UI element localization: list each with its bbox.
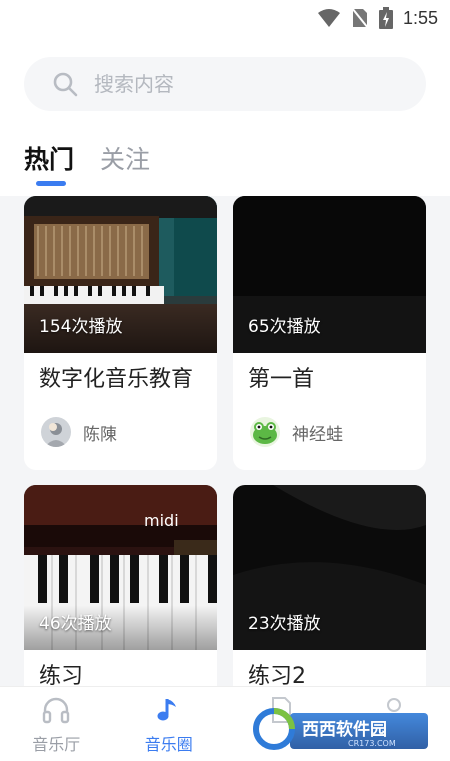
play-count: 154次播放 [39,312,122,337]
wifi-icon [317,8,341,28]
headphones-icon [41,695,71,725]
status-time: 1:55 [403,8,438,29]
video-thumbnail[interactable]: 23次播放 [233,485,426,650]
card-title: 练习 [39,658,217,686]
watermark-badge: 西西软件园 CR173.COM [250,705,430,753]
avatar [41,417,71,447]
play-count: 23次播放 [248,609,321,634]
video-card[interactable]: 154次播放 数字化音乐教育 陈陳 [24,196,217,470]
avatar [250,417,280,447]
play-count: 65次播放 [248,312,321,337]
status-bar: 1:55 [0,0,450,36]
video-card[interactable]: 23次播放 练习2 [233,485,426,686]
watermark-url: CR173.COM [348,739,396,748]
nav-item-music-hall[interactable]: 音乐厅 [0,687,113,761]
nav-label: 音乐厅 [32,731,80,755]
no-sim-icon [351,7,369,29]
author[interactable]: 神经蛙 [250,417,426,447]
tab-active-indicator [36,181,66,186]
video-thumbnail[interactable]: 154次播放 [24,196,217,353]
nav-label: 音乐圈 [145,731,193,755]
search-icon [52,71,78,97]
play-count: 46次播放 [39,609,112,634]
card-title: 练习2 [248,658,426,686]
card-title: 数字化音乐教育 [39,361,217,393]
feed-tabs: 热门 关注 [24,140,150,190]
tab-hot-label: 热门 [24,145,74,174]
thumb-overlay-text: midi [144,511,179,530]
search-input[interactable] [92,71,396,97]
author-name: 神经蛙 [292,420,343,445]
nav-item-music-circle[interactable]: 音乐圈 [113,687,226,761]
watermark-logo: 西西软件园 CR173.COM [250,705,430,753]
tab-following-label: 关注 [100,145,150,174]
search-bar[interactable] [24,57,426,111]
avatar-image [41,417,71,447]
music-note-icon [154,695,184,725]
tab-hot[interactable]: 热门 [24,140,74,176]
video-card[interactable]: 65次播放 第一首 神经蛙 [233,196,426,470]
frog-avatar-image [250,417,280,447]
card-title: 第一首 [248,361,426,393]
video-thumbnail[interactable]: 65次播放 [233,196,426,353]
video-thumbnail[interactable]: midi 46次播放 [24,485,217,650]
watermark-brand: 西西软件园 [302,719,387,740]
battery-charging-icon [379,7,393,29]
video-card[interactable]: midi 46次播放 练习 [24,485,217,686]
video-feed[interactable]: 154次播放 数字化音乐教育 陈陳 65次播放 第一首 [0,196,450,686]
tab-following[interactable]: 关注 [100,140,150,176]
status-icons: 1:55 [317,6,438,30]
author[interactable]: 陈陳 [41,417,217,447]
author-name: 陈陳 [83,420,117,445]
